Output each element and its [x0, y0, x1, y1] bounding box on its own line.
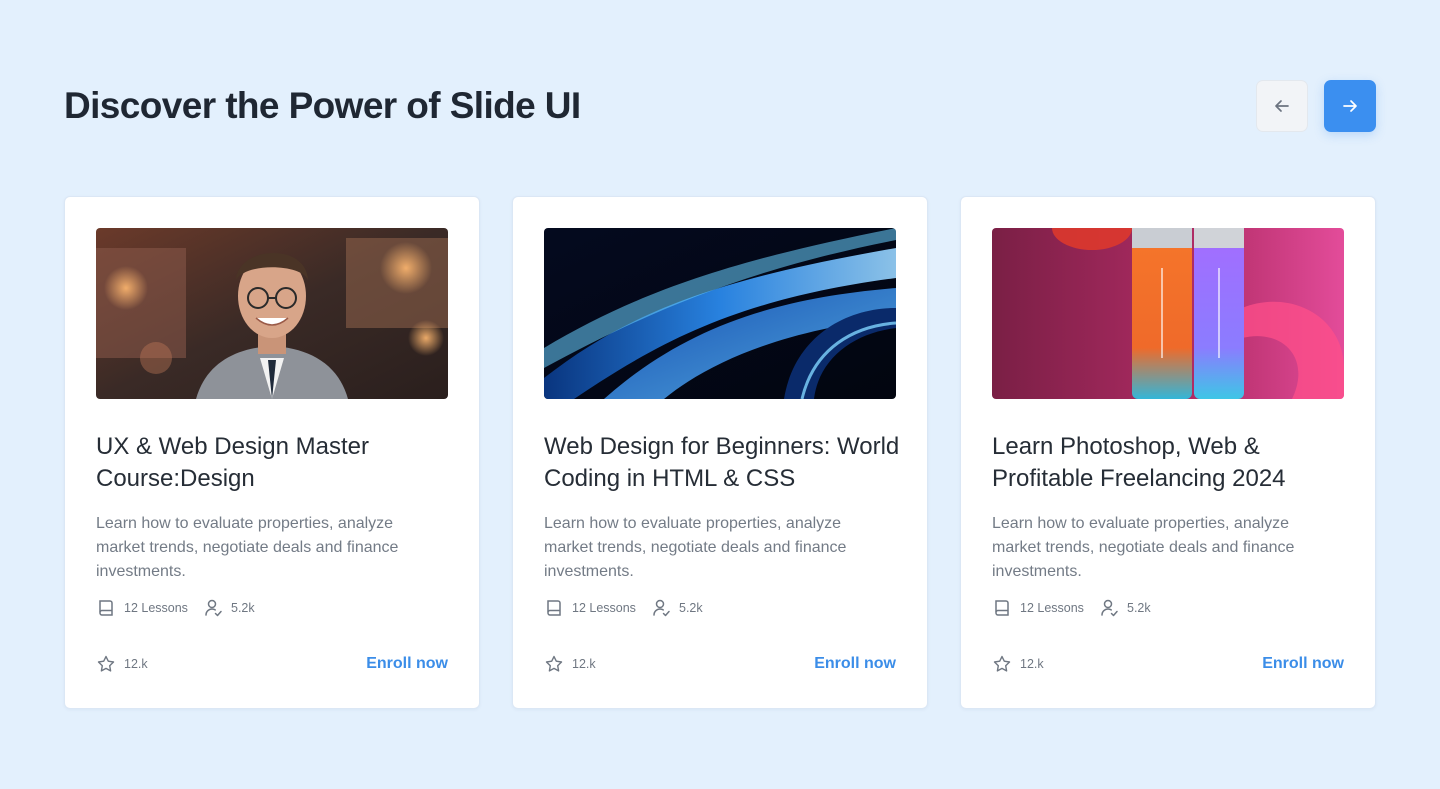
user-check-icon	[653, 599, 670, 617]
arrow-left-icon	[1275, 100, 1289, 112]
arrow-right-icon	[1343, 100, 1357, 112]
course-title[interactable]: UX & Web Design Master Course:Design	[96, 431, 456, 495]
rating: 12.k	[96, 654, 148, 674]
star-icon	[545, 655, 563, 672]
lessons-count: 12 Lessons	[992, 598, 1084, 618]
rating: 12.k	[544, 654, 596, 674]
book-icon	[995, 600, 1009, 616]
book-icon	[547, 600, 561, 616]
course-description: Learn how to evaluate properties, analyz…	[992, 515, 1295, 580]
students-count: 5.2k	[1099, 598, 1151, 618]
enroll-button[interactable]: Enroll now	[1262, 655, 1344, 673]
lessons-count: 12 Lessons	[544, 598, 636, 618]
user-check-icon	[1101, 599, 1118, 617]
star-icon	[97, 655, 115, 672]
course-title[interactable]: Web Design for Beginners: World Coding i…	[544, 431, 904, 495]
rating: 12.k	[992, 654, 1044, 674]
star-icon	[993, 655, 1011, 672]
book-icon	[99, 600, 113, 616]
user-check-icon	[205, 599, 222, 617]
next-button[interactable]	[1324, 80, 1376, 132]
course-image-3[interactable]	[992, 228, 1344, 399]
lessons-count: 12 Lessons	[96, 598, 188, 618]
course-image-1[interactable]	[96, 228, 448, 399]
course-description: Learn how to evaluate properties, analyz…	[544, 515, 847, 580]
page-title: Discover the Power of Slide UI	[64, 85, 581, 126]
course-card-1[interactable]: UX & Web Design Master Course:Design Lea…	[64, 196, 480, 709]
course-description: Learn how to evaluate properties, analyz…	[96, 515, 399, 580]
enroll-button[interactable]: Enroll now	[814, 655, 896, 673]
students-count: 5.2k	[651, 598, 703, 618]
prev-button[interactable]	[1256, 80, 1308, 132]
course-card-2[interactable]: Web Design for Beginners: World Coding i…	[512, 196, 928, 709]
enroll-button[interactable]: Enroll now	[366, 655, 448, 673]
course-image-2[interactable]	[544, 228, 896, 399]
course-card-3[interactable]: Learn Photoshop, Web & Profitable Freela…	[960, 196, 1376, 709]
students-count: 5.2k	[203, 598, 255, 618]
course-title[interactable]: Learn Photoshop, Web & Profitable Freela…	[992, 431, 1352, 495]
